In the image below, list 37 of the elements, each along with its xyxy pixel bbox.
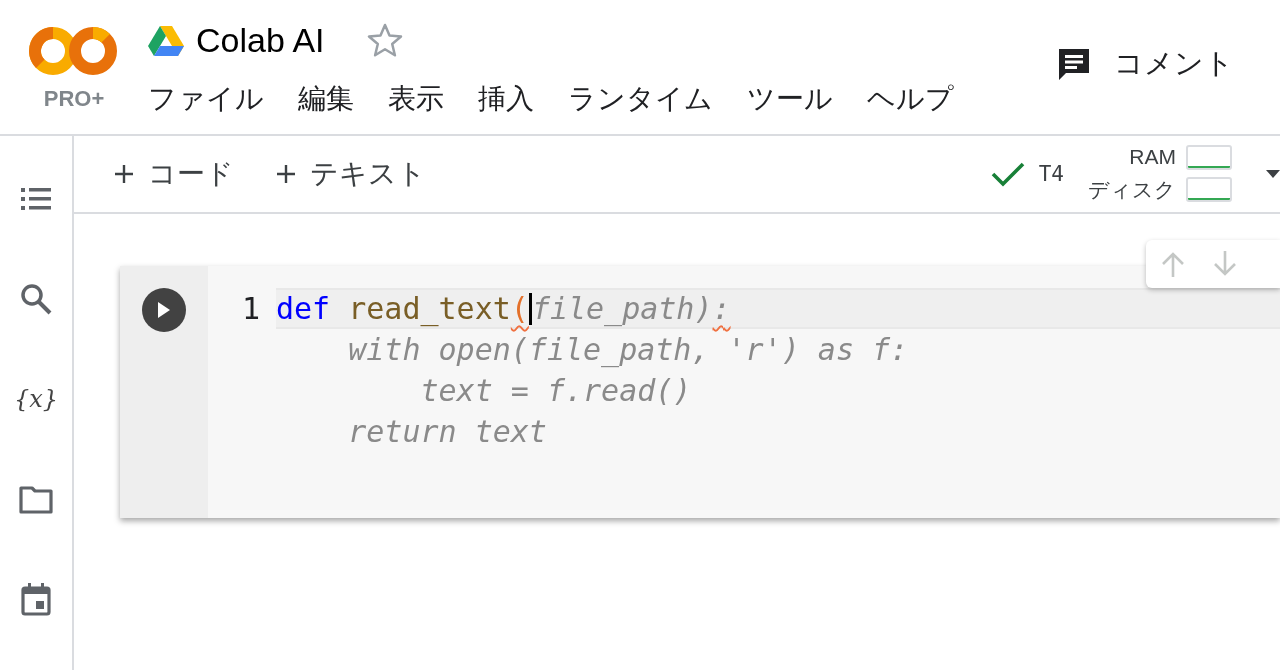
menu-item[interactable]: ヘルプ	[867, 80, 954, 118]
plus-icon	[114, 164, 134, 184]
add-cell-button[interactable]: コード	[114, 155, 234, 193]
comment-icon	[1056, 47, 1092, 81]
code-token: read_text	[348, 291, 511, 326]
usage-meter[interactable]	[1186, 177, 1232, 202]
notebook-title[interactable]: Colab AI	[196, 20, 325, 60]
menu-item[interactable]: ファイル	[148, 80, 264, 118]
code-suggestion: with open(file_path, 'r') as f:	[347, 332, 909, 367]
line-number: 1	[240, 291, 261, 326]
code-token: def	[276, 291, 332, 326]
menu-item[interactable]: ランタイム	[568, 80, 713, 118]
code-token: (	[510, 291, 529, 326]
plus-icon	[276, 164, 296, 184]
runtime-label[interactable]: T4	[1038, 162, 1064, 186]
plan-label: PRO+	[43, 86, 105, 112]
star-icon[interactable]	[366, 23, 403, 57]
meter-label: ディスク	[1088, 176, 1176, 203]
menu-item[interactable]: 挿入	[478, 80, 534, 118]
menu-item[interactable]: 表示	[388, 80, 444, 118]
code-suggestion: text = f.read()	[419, 373, 692, 408]
code-suggestion: :	[712, 291, 731, 326]
drive-icon	[148, 24, 184, 56]
menu-item[interactable]: ツール	[747, 80, 833, 118]
menu-item[interactable]: 編集	[298, 80, 354, 118]
caret-icon[interactable]	[1266, 170, 1280, 178]
comment-button[interactable]: コメント	[1056, 44, 1234, 84]
play-icon	[157, 301, 171, 319]
meter-label: RAM	[1128, 145, 1176, 169]
search-icon[interactable]	[19, 282, 53, 316]
add-cell-button[interactable]: テキスト	[276, 155, 426, 193]
code-suggestion: return text	[347, 414, 547, 449]
variables-button[interactable]: {x}	[18, 382, 54, 416]
code-suggestion: file_path)	[531, 291, 713, 326]
calendar-icon[interactable]	[19, 582, 53, 616]
run-button[interactable]	[142, 288, 186, 332]
usage-meter[interactable]	[1186, 144, 1232, 170]
